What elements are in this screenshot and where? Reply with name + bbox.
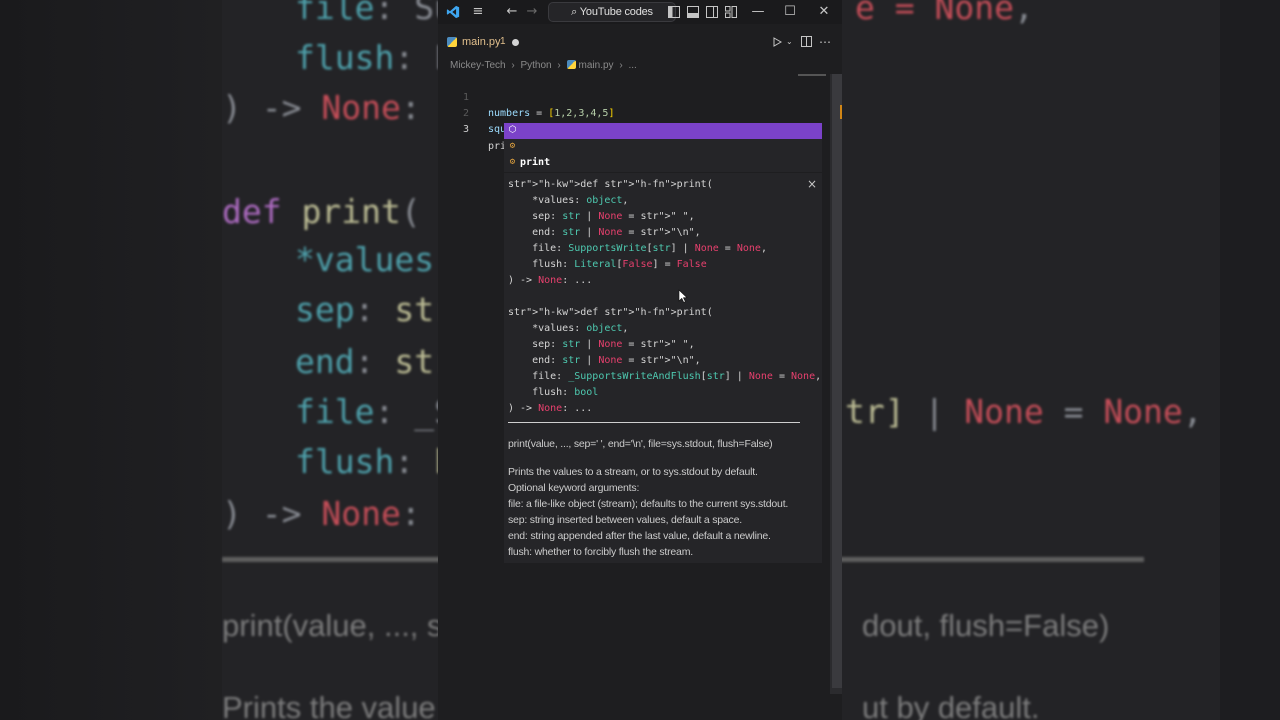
doc-line: Optional keyword arguments: xyxy=(508,482,640,494)
mouse-pointer-icon xyxy=(678,289,688,303)
signature-line: ) -> None: ... xyxy=(508,275,593,286)
bg-doc-line-left: Prints the value xyxy=(222,690,436,720)
bg-line: file: Su xyxy=(295,0,454,27)
suggestion-item[interactable]: ⚙ PermissionError xyxy=(504,139,822,184)
signature-line: flush: bool xyxy=(508,387,599,398)
doc-description: Prints the values to a stream, or to sys… xyxy=(508,464,818,560)
editor-window: ≡ ← → ⌕ YouTube codes — ☐ ✕ main.py 1 ⌄ … xyxy=(438,0,842,720)
problems-count: 1 xyxy=(500,36,506,47)
bg-line: tr] | None = None, xyxy=(845,392,1203,431)
run-dropdown-chevron-icon[interactable]: ⌄ xyxy=(786,30,793,54)
doc-line: Prints the values to a stream, or to sys… xyxy=(508,466,758,478)
bg-line: file: _S xyxy=(295,392,454,431)
bg-line: e = None, xyxy=(855,0,1034,27)
customize-layout-icon[interactable] xyxy=(725,6,737,18)
method-icon: ⬡ xyxy=(508,125,517,135)
signature-line: file: SupportsWrite[str] | None = None, xyxy=(508,243,767,254)
bg-line: sep: str xyxy=(295,290,454,329)
suggestion-list: ⬡ print ⚙ PermissionError ⚙ PendingDepre… xyxy=(504,123,822,200)
line-number: 3 xyxy=(462,124,469,135)
bg-line: *values: xyxy=(295,240,454,279)
back-icon[interactable]: ← xyxy=(502,0,522,24)
run-icon[interactable] xyxy=(772,37,782,47)
bg-doc-signature-left: print(value, ..., s xyxy=(222,608,443,643)
menu-icon[interactable]: ≡ xyxy=(468,0,488,24)
code-line: 2 squared_numbers = map(lambda x: x**2, … xyxy=(438,90,828,135)
bg-line: def print( xyxy=(222,192,421,231)
toggle-panel-icon[interactable] xyxy=(687,6,699,18)
tab-main-py[interactable]: main.py 1 xyxy=(438,30,530,54)
bg-doc-line-right: ut by default. xyxy=(862,690,1040,720)
breadcrumb: Mickey-Tech › Python › main.py › ... xyxy=(450,58,640,74)
hover-documentation: × str">"h-kw">def str">"h-fn">print( *va… xyxy=(504,173,822,563)
split-editor-icon[interactable] xyxy=(801,36,812,47)
bg-line: ) -> None: . xyxy=(222,494,461,533)
unsaved-dot-icon[interactable] xyxy=(512,39,519,46)
signature-line: end: str | None = str">"\n", xyxy=(508,227,701,238)
code-line: 1 numbers = [1,2,3,4,5] xyxy=(438,74,828,119)
suggestion-item[interactable]: ⬡ print xyxy=(504,123,822,168)
command-center-label: YouTube codes xyxy=(579,6,653,18)
signature-line: sep: str | None = str">" ", xyxy=(508,211,695,222)
bg-line: end: str xyxy=(295,342,454,381)
more-actions-icon[interactable]: ⋯ xyxy=(819,30,831,54)
maximize-icon[interactable]: ☐ xyxy=(778,0,802,24)
breadcrumb-separator: › xyxy=(511,60,515,71)
breadcrumb-separator: › xyxy=(619,60,623,71)
signature-line: ) -> None: ... xyxy=(508,403,593,414)
divider xyxy=(508,422,800,423)
signature-line: str">"h-kw">def str">"h-fn">print( xyxy=(508,307,713,318)
signature-line: flush: Literal[False] = False xyxy=(508,259,707,270)
doc-signature: print(value, ..., sep=' ', end='\n', fil… xyxy=(508,438,773,450)
vscode-logo-icon xyxy=(446,5,460,19)
toggle-secondary-sidebar-icon[interactable] xyxy=(706,6,718,18)
forward-icon[interactable]: → xyxy=(522,0,542,24)
close-icon[interactable]: ✕ xyxy=(812,0,836,24)
signature-line: *values: object, xyxy=(508,323,629,334)
breadcrumb-item[interactable]: Mickey-Tech xyxy=(450,60,506,71)
tab-label: main.py xyxy=(462,36,501,48)
breadcrumb-item[interactable]: Python xyxy=(520,60,551,71)
python-file-icon xyxy=(566,60,576,69)
code-editor[interactable]: 1 numbers = [1,2,3,4,5] 2 squared_number… xyxy=(438,74,828,152)
doc-line: file: a file-like object (stream); defau… xyxy=(508,498,789,510)
class-icon: ⚙ xyxy=(509,141,516,151)
doc-line: flush: whether to forcibly flush the str… xyxy=(508,546,693,558)
signature-overload-2: str">"h-kw">def str">"h-fn">print( *valu… xyxy=(508,305,822,417)
search-icon: ⌕ xyxy=(571,6,578,18)
breadcrumb-separator: › xyxy=(557,60,561,71)
bg-doc-signature-right: dout, flush=False) xyxy=(862,608,1110,643)
command-center[interactable]: ⌕ YouTube codes xyxy=(548,2,676,22)
code-line-current: 3 prin xyxy=(438,106,828,152)
python-file-icon xyxy=(447,37,457,47)
tab-bar: main.py 1 ⌄ ⋯ xyxy=(438,30,842,54)
bg-line: flush: L xyxy=(295,38,454,77)
minimap[interactable] xyxy=(798,74,826,76)
minimize-icon[interactable]: — xyxy=(746,0,770,24)
bg-line: ) -> None: . xyxy=(222,88,461,127)
signature-line: str">"h-kw">def str">"h-fn">print( xyxy=(508,179,713,190)
signature-line: *values: object, xyxy=(508,195,629,206)
title-bar: ≡ ← → ⌕ YouTube codes — ☐ ✕ xyxy=(438,0,842,24)
breadcrumb-item[interactable]: ... xyxy=(628,60,636,71)
suggestion-item[interactable]: ⚙ PendingDeprecationWarning xyxy=(504,155,822,200)
toggle-sidebar-icon[interactable] xyxy=(668,6,680,18)
signature-line: sep: str | None = str">" ", xyxy=(508,339,695,350)
overview-ruler-marker xyxy=(840,105,842,119)
breadcrumb-item[interactable]: main.py xyxy=(579,60,614,71)
scrollbar-thumb[interactable] xyxy=(832,74,842,688)
doc-line: sep: string inserted between values, def… xyxy=(508,514,742,526)
class-icon: ⚙ xyxy=(509,157,516,167)
signature-overload-1: str">"h-kw">def str">"h-fn">print( *valu… xyxy=(508,177,818,289)
signature-line: file: _SupportsWriteAndFlush[str] | None… xyxy=(508,371,822,382)
doc-line: end: string appended after the last valu… xyxy=(508,530,771,542)
signature-line: end: str | None = str">"\n", xyxy=(508,355,701,366)
